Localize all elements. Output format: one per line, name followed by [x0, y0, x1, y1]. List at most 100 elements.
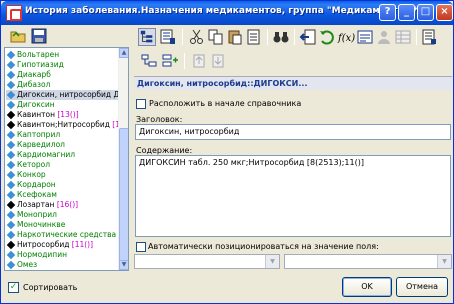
list-item-label: Нормодипин — [17, 250, 67, 259]
list-item[interactable]: Наркотические средства — [6, 230, 119, 240]
tree-toolbar — [134, 50, 452, 72]
move-back-icon[interactable] — [299, 28, 317, 46]
tree-view-icon[interactable] — [138, 28, 156, 46]
title-bar[interactable]: История заболевания.Назначения медикамен… — [1, 1, 453, 25]
find-binoculars-icon[interactable] — [272, 28, 290, 46]
list-item[interactable]: Моноприл — [6, 210, 119, 220]
list-marker-icon — [6, 170, 16, 180]
list-item-label: Кардиомагнил — [17, 150, 76, 159]
scroll-up-icon[interactable]: ▲ — [119, 48, 128, 58]
list-item[interactable]: Вольтарен — [6, 50, 119, 60]
field-select[interactable]: ▼ — [134, 254, 280, 269]
list-item[interactable]: Лозартан [16()] — [6, 200, 119, 210]
save-icon[interactable] — [31, 28, 47, 44]
refresh-icon[interactable] — [318, 28, 336, 46]
list-item[interactable]: Ксефокам — [6, 190, 119, 200]
list-item[interactable]: Конкор — [6, 170, 119, 180]
list-marker-icon — [6, 260, 16, 270]
list-item-count: [13()] — [54, 110, 79, 119]
sort-checkbox[interactable]: ✓ — [8, 282, 19, 293]
list-marker-icon — [6, 240, 16, 250]
list-item[interactable]: Кеторол — [6, 160, 119, 170]
list-item[interactable]: Плавикс — [6, 270, 119, 271]
list-item[interactable]: Каптоприл — [6, 130, 119, 140]
list-item-label: Кавинтон — [17, 110, 55, 119]
place-top-label: Расположить в начале справочника — [149, 99, 302, 108]
record-header: Дигоксин, нитросорбид::ДИГОКСИ... — [134, 76, 452, 90]
list-item-label: Омез — [17, 260, 38, 269]
list-marker-icon — [6, 180, 16, 190]
auto-position-checkbox[interactable] — [136, 242, 146, 252]
maximize-button[interactable]: □ — [417, 4, 434, 21]
properties-icon[interactable] — [420, 28, 438, 46]
close-button[interactable]: × — [436, 4, 453, 21]
list-marker-icon — [6, 150, 16, 160]
list-item[interactable]: Дигоксин, нитросорбид Д... — [6, 90, 119, 100]
value-select[interactable]: ▼ — [284, 254, 452, 269]
place-top-checkbox[interactable] — [136, 99, 146, 109]
list-item[interactable]: Карведилол — [6, 140, 119, 150]
list-marker-icon — [6, 80, 16, 90]
list-item-count: [11()] — [69, 240, 94, 249]
list-item-label: Моночинкве — [17, 220, 66, 229]
list-marker-icon — [6, 70, 16, 80]
app-icon — [6, 5, 22, 21]
scroll-down-icon[interactable]: ▼ — [119, 260, 128, 270]
scroll-thumb[interactable] — [119, 128, 128, 268]
cut-icon[interactable] — [188, 28, 206, 46]
list-item-label: Вольтарен — [17, 50, 60, 59]
list-marker-icon — [6, 50, 16, 60]
list-scrollbar[interactable]: ▲ ▼ — [118, 48, 128, 270]
main-toolbar: f(x) — [134, 26, 452, 48]
list-item[interactable]: Гипотиазид — [6, 60, 119, 70]
function-icon[interactable]: f(x) — [337, 28, 355, 46]
paste-icon[interactable] — [226, 28, 244, 46]
list-item[interactable]: Нитросорбид [11()] — [6, 240, 119, 250]
minimize-button[interactable]: _ — [398, 4, 415, 21]
help-button[interactable]: ? — [379, 4, 396, 21]
list-item-label: Диакарб — [17, 70, 51, 79]
move-down-icon — [212, 54, 224, 68]
list-item-label: Гипотиазид — [17, 60, 64, 69]
list-marker-icon — [6, 220, 16, 230]
list-marker-icon — [6, 230, 16, 240]
list-marker-icon — [6, 250, 16, 260]
list-item-label: Кеторол — [17, 160, 51, 169]
list-item[interactable]: Омез — [6, 260, 119, 270]
chevron-down-icon: ▼ — [437, 255, 451, 268]
list-item[interactable]: Кавинтон [13()] — [6, 110, 119, 120]
move-up-icon — [193, 54, 205, 68]
form-icon[interactable] — [356, 28, 374, 46]
list-view-icon[interactable] — [159, 28, 177, 46]
list-item[interactable]: Кордарон — [6, 180, 119, 190]
list-item[interactable]: Кавинтон;Нитросорбид [1(... — [6, 120, 119, 130]
svg-text:f(x): f(x) — [337, 33, 355, 44]
list-item-label: Кордарон — [17, 180, 56, 189]
add-sibling-icon[interactable] — [161, 52, 179, 70]
list-item-label: Плавикс — [17, 270, 50, 271]
list-item-label: Моноприл — [17, 210, 57, 219]
ok-button[interactable]: OK — [342, 277, 392, 297]
list-item[interactable]: Нормодипин — [6, 250, 119, 260]
cancel-button[interactable]: Отмена — [396, 277, 448, 297]
list-item[interactable]: Диакарб — [6, 70, 119, 80]
open-folder-icon[interactable] — [10, 28, 26, 44]
grid-icon — [395, 30, 411, 44]
content-textarea[interactable]: ДИГОКСИН табл. 250 мкг;Нитросорбид [8(25… — [135, 155, 451, 237]
content-label: Содержание: — [136, 146, 193, 155]
list-item[interactable]: Дибазол — [6, 80, 119, 90]
list-item[interactable]: Кардиомагнил — [6, 150, 119, 160]
list-item-label: Дигоксин — [17, 100, 55, 109]
document-icon[interactable] — [245, 28, 263, 46]
list-marker-icon — [6, 160, 16, 170]
list-item[interactable]: Дигоксин — [6, 100, 119, 110]
list-marker-icon — [6, 190, 16, 200]
list-item-count: [16()] — [54, 200, 79, 209]
list-marker-icon — [6, 60, 16, 70]
list-item[interactable]: Моночинкве — [6, 220, 119, 230]
medication-list[interactable]: Полимиксин+6 мг+400ПлавиксОмезНормодипин… — [4, 47, 129, 271]
copy-icon[interactable] — [207, 28, 225, 46]
list-marker-icon — [6, 120, 16, 130]
title-input[interactable]: Дигоксин, нитросорбид — [135, 124, 451, 140]
add-child-icon[interactable] — [140, 52, 158, 70]
